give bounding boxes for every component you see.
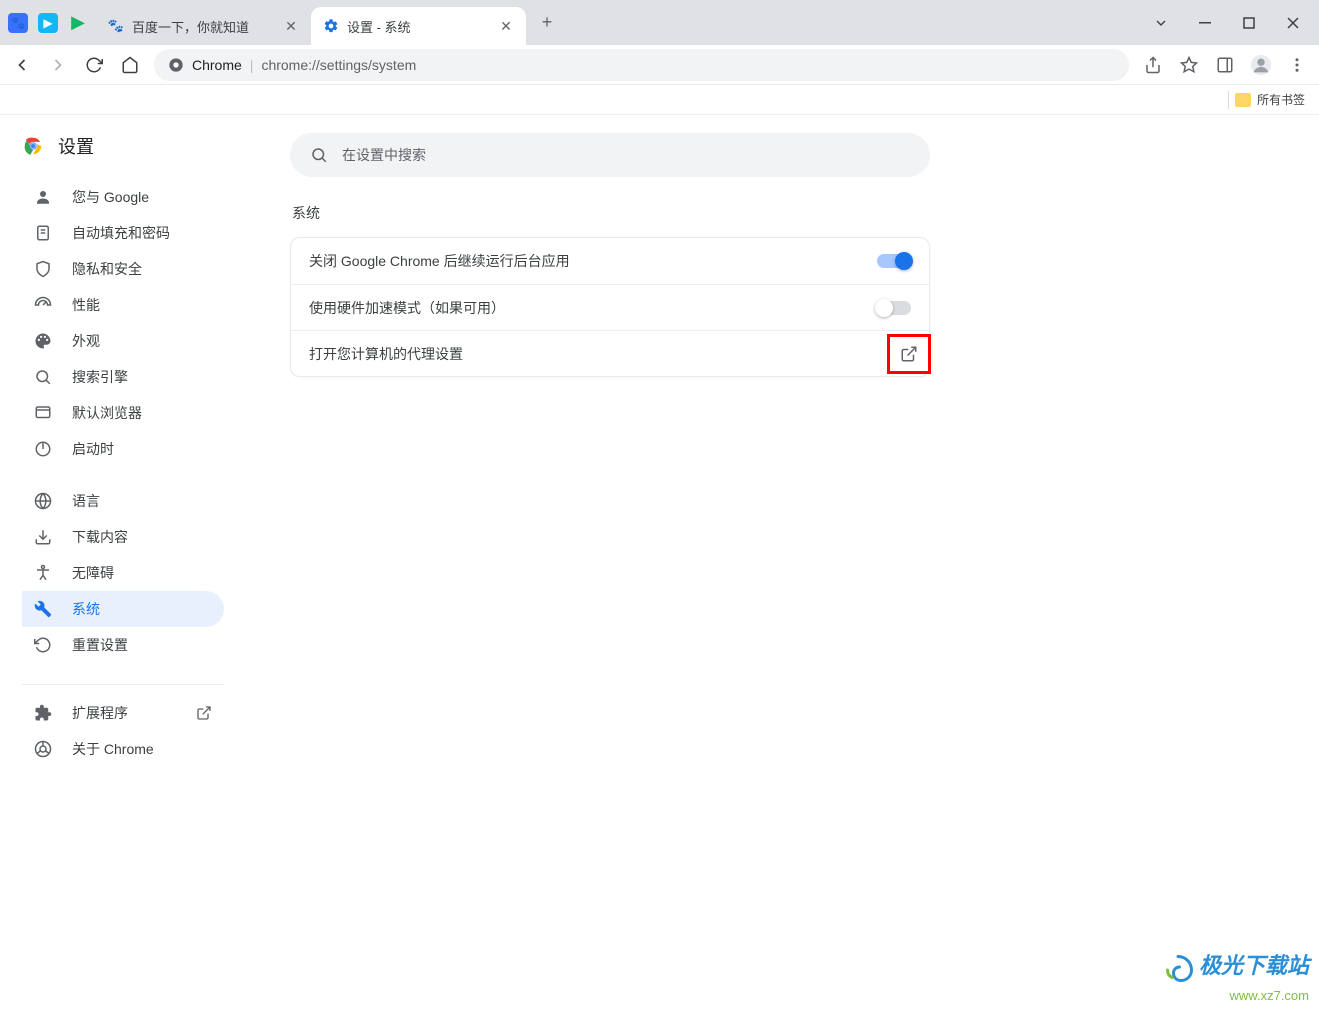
search-icon: [310, 146, 328, 164]
sidepanel-icon[interactable]: [1213, 53, 1237, 77]
quick-launch: 🐾 ▶ ▶: [0, 0, 96, 45]
sidebar-item-label: 搜索引擎: [72, 367, 128, 387]
tab-strip: 🐾 百度一下，你就知道 ✕ 设置 - 系统 ✕ +: [96, 0, 1139, 45]
settings-header: 设置: [22, 133, 284, 159]
row-proxy-settings[interactable]: 打开您计算机的代理设置: [291, 330, 929, 376]
watermark-url: www.xz7.com: [1230, 988, 1309, 1003]
gear-icon: [323, 18, 339, 34]
baidu-paw-icon: 🐾: [108, 18, 124, 34]
sidebar-item-autofill[interactable]: 自动填充和密码: [22, 215, 224, 251]
chrome-logo-icon: [22, 135, 44, 157]
chrome-icon: [168, 57, 184, 73]
tab-title: 设置 - 系统: [347, 17, 490, 36]
sidebar-item-label: 下载内容: [72, 527, 128, 547]
sidebar-item-label: 默认浏览器: [72, 403, 142, 423]
minimize-button[interactable]: [1183, 5, 1227, 41]
row-label: 关闭 Google Chrome 后继续运行后台应用: [309, 251, 877, 271]
sidebar-item-languages[interactable]: 语言: [22, 483, 224, 519]
sidebar-item-label: 外观: [72, 331, 100, 351]
maximize-button[interactable]: [1227, 5, 1271, 41]
annotation-highlight: [887, 334, 931, 374]
row-label: 使用硬件加速模式（如果可用）: [309, 298, 877, 318]
toggle-hardware-accel[interactable]: [877, 301, 911, 315]
quick-icon-play[interactable]: ▶: [68, 13, 88, 33]
browser-toolbar: Chrome | chrome://settings/system: [0, 45, 1319, 85]
close-icon[interactable]: ✕: [283, 18, 299, 34]
toggle-background-apps[interactable]: [877, 254, 911, 268]
sidebar-item-label: 关于 Chrome: [72, 739, 154, 759]
url-path: chrome://settings/system: [261, 57, 416, 73]
search-placeholder: 在设置中搜索: [342, 145, 426, 165]
tab-title: 百度一下，你就知道: [132, 17, 275, 36]
sidebar-item-privacy[interactable]: 隐私和安全: [22, 251, 224, 287]
sidebar-item-system[interactable]: 系统: [22, 591, 224, 627]
sidebar-item-label: 扩展程序: [72, 703, 128, 723]
folder-icon: [1235, 93, 1251, 107]
new-tab-button[interactable]: +: [532, 8, 562, 38]
forward-button[interactable]: [46, 53, 70, 77]
sidebar-item-you-google[interactable]: 您与 Google: [22, 179, 224, 215]
sidebar-item-label: 自动填充和密码: [72, 223, 170, 243]
quick-icon-paw-blue[interactable]: 🐾: [8, 13, 28, 33]
chevron-down-icon[interactable]: [1139, 5, 1183, 41]
sidebar-item-downloads[interactable]: 下载内容: [22, 519, 224, 555]
sidebar-item-label: 系统: [72, 599, 100, 619]
sidebar-item-extensions[interactable]: 扩展程序: [22, 695, 224, 731]
external-link-icon[interactable]: [900, 345, 918, 363]
address-bar[interactable]: Chrome | chrome://settings/system: [154, 49, 1129, 81]
sidebar-item-default-browser[interactable]: 默认浏览器: [22, 395, 224, 431]
system-settings-card: 关闭 Google Chrome 后继续运行后台应用 使用硬件加速模式（如果可用…: [290, 237, 930, 377]
external-link-icon: [196, 705, 212, 721]
back-button[interactable]: [10, 53, 34, 77]
sidebar-item-label: 无障碍: [72, 563, 114, 583]
bookmark-bar: 所有书签: [0, 85, 1319, 115]
sidebar-item-label: 语言: [72, 491, 100, 511]
sidebar-item-accessibility[interactable]: 无障碍: [22, 555, 224, 591]
home-button[interactable]: [118, 53, 142, 77]
settings-main: 在设置中搜索 系统 关闭 Google Chrome 后继续运行后台应用 使用硬…: [290, 115, 1319, 1013]
sidebar-item-search-engine[interactable]: 搜索引擎: [22, 359, 224, 395]
sidebar-item-performance[interactable]: 性能: [22, 287, 224, 323]
close-window-button[interactable]: [1271, 5, 1315, 41]
share-icon[interactable]: [1141, 53, 1165, 77]
menu-dots-icon[interactable]: [1285, 53, 1309, 77]
all-bookmarks-link[interactable]: 所有书签: [1257, 91, 1305, 108]
sidebar-item-reset[interactable]: 重置设置: [22, 627, 224, 663]
window-titlebar: 🐾 ▶ ▶ 🐾 百度一下，你就知道 ✕ 设置 - 系统 ✕ +: [0, 0, 1319, 45]
window-controls: [1139, 0, 1319, 45]
quick-icon-tv[interactable]: ▶: [38, 13, 58, 33]
sidebar-item-label: 性能: [72, 295, 100, 315]
close-icon[interactable]: ✕: [498, 18, 514, 34]
sidebar-item-on-startup[interactable]: 启动时: [22, 431, 224, 467]
settings-title: 设置: [58, 133, 94, 159]
row-hardware-accel: 使用硬件加速模式（如果可用）: [291, 284, 929, 330]
sidebar-item-about[interactable]: 关于 Chrome: [22, 731, 224, 767]
profile-avatar[interactable]: [1249, 53, 1273, 77]
sidebar-item-appearance[interactable]: 外观: [22, 323, 224, 359]
tab-baidu[interactable]: 🐾 百度一下，你就知道 ✕: [96, 7, 311, 45]
sidebar-item-label: 隐私和安全: [72, 259, 142, 279]
reload-button[interactable]: [82, 53, 106, 77]
settings-sidebar: 设置 您与 Google 自动填充和密码 隐私和安全 性能 外观 搜索引擎: [0, 115, 290, 1013]
row-background-apps: 关闭 Google Chrome 后继续运行后台应用: [291, 238, 929, 284]
bookmark-star-icon[interactable]: [1177, 53, 1201, 77]
tab-settings[interactable]: 设置 - 系统 ✕: [311, 7, 526, 45]
url-origin: Chrome: [192, 57, 242, 73]
settings-search-input[interactable]: 在设置中搜索: [290, 133, 930, 177]
watermark-logo-icon: [1160, 952, 1196, 988]
settings-content: 设置 您与 Google 自动填充和密码 隐私和安全 性能 外观 搜索引擎: [0, 115, 1319, 1013]
section-title: 系统: [290, 203, 1319, 223]
sidebar-item-label: 您与 Google: [72, 187, 149, 207]
sidebar-item-label: 启动时: [72, 439, 114, 459]
watermark-title: 极光下载站: [1199, 953, 1309, 978]
row-label: 打开您计算机的代理设置: [309, 344, 887, 364]
sidebar-item-label: 重置设置: [72, 635, 128, 655]
watermark: 极光下载站 www.xz7.com: [1160, 948, 1309, 1003]
